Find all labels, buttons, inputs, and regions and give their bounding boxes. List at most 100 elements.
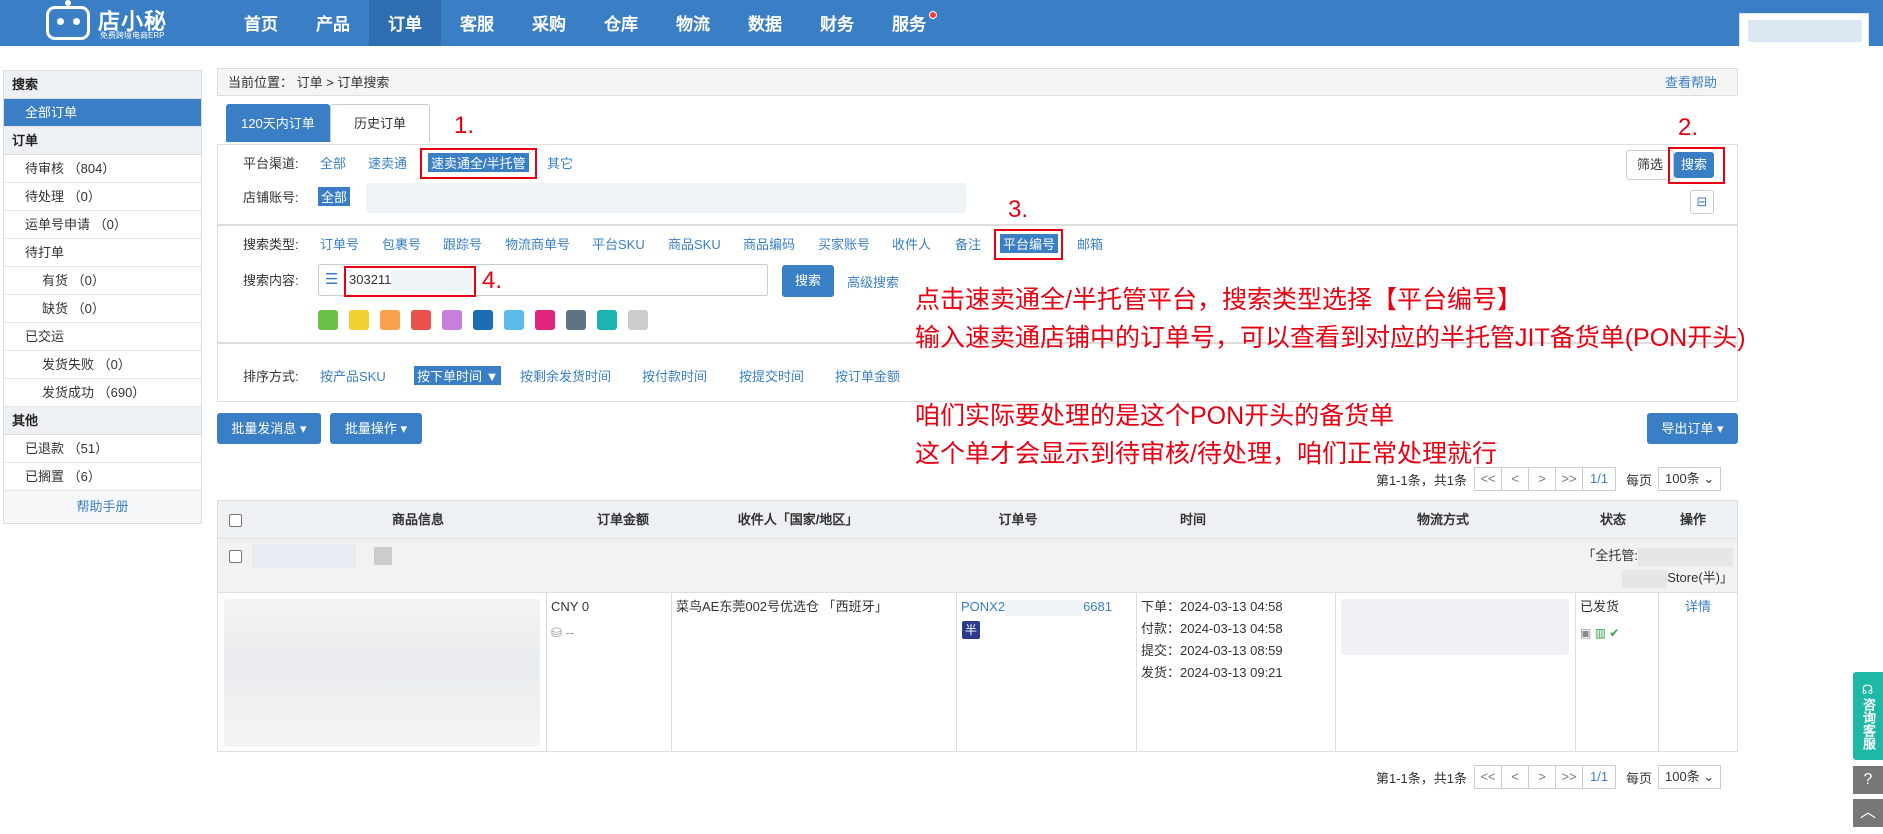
check-icon[interactable]: ✔ <box>1609 626 1619 640</box>
pager-first-button[interactable]: << <box>1474 765 1503 789</box>
batch-operation-button[interactable]: 批量操作 ▾ <box>330 413 422 444</box>
color-tag-swatch[interactable] <box>628 310 648 330</box>
sidebar-section-search: 搜索 <box>4 71 201 99</box>
annotation-line-2: 输入速卖通店铺中的订单号，可以查看到对应的半托管JIT备货单(PON开头) <box>915 324 1746 352</box>
nav-item-services[interactable]: 服务 <box>873 0 945 46</box>
sidebar-item-in-stock[interactable]: 有货 （0） <box>4 267 201 295</box>
tab-history[interactable]: 历史订单 <box>330 104 431 142</box>
tab-120-days[interactable]: 120天内订单 <box>226 104 330 142</box>
nav-item-finance[interactable]: 财务 <box>801 0 873 46</box>
nav-item-orders[interactable]: 订单 <box>369 0 441 46</box>
pager-first-button[interactable]: << <box>1474 467 1503 491</box>
help-question-icon[interactable]: ? <box>1853 766 1883 794</box>
collapse-icon[interactable]: ⊟ <box>1690 190 1714 214</box>
color-tag-swatch[interactable] <box>380 310 400 330</box>
search-type-platform-sku[interactable]: 平台SKU <box>592 234 645 253</box>
sidebar-item-all-orders[interactable]: 全部订单 <box>4 99 201 127</box>
search-type-recipient[interactable]: 收件人 <box>892 234 931 253</box>
time-ordered: 下单：2024-03-13 04:58 <box>1141 599 1283 614</box>
print-icon[interactable]: ▣ <box>1580 626 1591 640</box>
sort-by-sku[interactable]: 按产品SKU <box>320 366 386 385</box>
recipient-info: 菜鸟AE东莞002号优选仓 「西班牙」 <box>676 599 888 614</box>
sort-by-submit-time[interactable]: 按提交时间 <box>739 366 804 385</box>
pager-next-button[interactable]: > <box>1528 765 1557 789</box>
order-number-link[interactable]: PONX2 6681 <box>961 596 1112 618</box>
status-icons: ▣ ▥ ✔ <box>1580 622 1619 644</box>
search-button[interactable]: 搜索 <box>782 265 834 297</box>
color-tag-swatch[interactable] <box>473 310 493 330</box>
nav-item-purchase[interactable]: 采购 <box>513 0 585 46</box>
sort-by-remaining-time[interactable]: 按剩余发货时间 <box>520 366 611 385</box>
view-help-link[interactable]: 查看帮助 <box>1665 69 1717 97</box>
sort-by-amount[interactable]: 按订单金额 <box>835 366 900 385</box>
nav-item-service[interactable]: 客服 <box>441 0 513 46</box>
account-option-all[interactable]: 全部 <box>318 187 351 206</box>
search-type-email[interactable]: 邮箱 <box>1077 234 1103 253</box>
brand-logo[interactable]: 店小秘 免费跨境电商ERP <box>44 0 184 42</box>
sidebar-item-shipped[interactable]: 已交运 <box>4 323 201 351</box>
top-navbar: 店小秘 免费跨境电商ERP 首页 产品 订单 客服 采购 仓库 物流 数据 财务… <box>0 0 1883 46</box>
pager-summary: 第1-1条，共1条 <box>1376 472 1468 488</box>
search-type-package-no[interactable]: 包裹号 <box>382 234 421 253</box>
sort-by-order-time[interactable]: 按下单时间 ▼ <box>414 366 502 385</box>
user-account-box[interactable] <box>1739 13 1869 46</box>
back-to-top-icon[interactable]: ︿ <box>1853 799 1883 827</box>
screen-button[interactable]: 筛选 <box>1626 150 1674 180</box>
detail-link[interactable]: 详情 <box>1663 596 1733 618</box>
sidebar-item-refunded[interactable]: 已退款 （51） <box>4 435 201 463</box>
channel-option-aliexpress[interactable]: 速卖通 <box>368 153 407 172</box>
sidebar-item-on-hold[interactable]: 已搁置 （6） <box>4 463 201 491</box>
pager-last-button[interactable]: >> <box>1555 765 1584 789</box>
pager-next-button[interactable]: > <box>1528 467 1557 491</box>
channel-option-all[interactable]: 全部 <box>320 153 346 172</box>
sidebar-item-waybill-apply[interactable]: 运单号申请 （0） <box>4 211 201 239</box>
order-no-suffix: 6681 <box>1083 599 1112 614</box>
sidebar-item-to-print[interactable]: 待打单 <box>4 239 201 267</box>
search-type-product-sku[interactable]: 商品SKU <box>668 234 721 253</box>
select-all-checkbox[interactable] <box>229 514 242 527</box>
nav-item-data[interactable]: 数据 <box>729 0 801 46</box>
per-page-select[interactable]: 100条 ⌄ <box>1658 765 1722 789</box>
search-type-buyer-account[interactable]: 买家账号 <box>818 234 870 253</box>
search-type-tracking-no[interactable]: 跟踪号 <box>443 234 482 253</box>
half-managed-badge: 半 <box>962 621 980 639</box>
channel-option-other[interactable]: 其它 <box>547 153 573 172</box>
advanced-search-link[interactable]: 高级搜索 <box>847 272 899 291</box>
color-tag-swatch[interactable] <box>349 310 369 330</box>
sidebar-item-pending-process[interactable]: 待处理 （0） <box>4 183 201 211</box>
batch-message-button[interactable]: 批量发消息 ▾ <box>217 413 321 444</box>
nav-item-home[interactable]: 首页 <box>225 0 297 46</box>
nav-item-products[interactable]: 产品 <box>297 0 369 46</box>
sidebar-item-ship-success[interactable]: 发货成功 （690） <box>4 379 201 407</box>
barcode-icon[interactable]: ▥ <box>1595 626 1606 640</box>
nav-item-logistics[interactable]: 物流 <box>657 0 729 46</box>
color-tag-swatch[interactable] <box>597 310 617 330</box>
sort-by-pay-time[interactable]: 按付款时间 <box>642 366 707 385</box>
search-type-order-no[interactable]: 订单号 <box>320 234 359 253</box>
step-mark-3: 3. <box>1008 196 1029 223</box>
export-orders-button[interactable]: 导出订单 ▾ <box>1647 413 1738 444</box>
sidebar-item-out-of-stock[interactable]: 缺货 （0） <box>4 295 201 323</box>
color-tag-swatch[interactable] <box>566 310 586 330</box>
per-page-select[interactable]: 100条 ⌄ <box>1658 467 1722 491</box>
sidebar-item-ship-failed[interactable]: 发货失败 （0） <box>4 351 201 379</box>
group-tag-line2: Store(半)」 <box>1538 567 1733 589</box>
group-checkbox[interactable] <box>229 550 242 563</box>
sidebar-help-link[interactable]: 帮助手册 <box>4 491 201 523</box>
search-type-carrier-no[interactable]: 物流商单号 <box>505 234 570 253</box>
color-tag-swatch[interactable] <box>318 310 338 330</box>
pager-prev-button[interactable]: < <box>1501 467 1530 491</box>
color-tag-swatch[interactable] <box>442 310 462 330</box>
headset-icon: ☊ <box>1861 682 1876 698</box>
pager-last-button[interactable]: >> <box>1555 467 1584 491</box>
color-tag-swatch[interactable] <box>535 310 555 330</box>
pager-prev-button[interactable]: < <box>1501 765 1530 789</box>
consult-service-button[interactable]: ☊咨询客服 <box>1853 672 1883 760</box>
sidebar-item-pending-review[interactable]: 待审核 （804） <box>4 155 201 183</box>
search-type-product-code[interactable]: 商品编码 <box>743 234 795 253</box>
color-tag-swatch[interactable] <box>411 310 431 330</box>
nav-item-warehouse[interactable]: 仓库 <box>585 0 657 46</box>
main-content: 当前位置： 订单 > 订单搜索 查看帮助 120天内订单 历史订单 <box>217 68 1738 142</box>
search-type-note[interactable]: 备注 <box>955 234 981 253</box>
color-tag-swatch[interactable] <box>504 310 524 330</box>
